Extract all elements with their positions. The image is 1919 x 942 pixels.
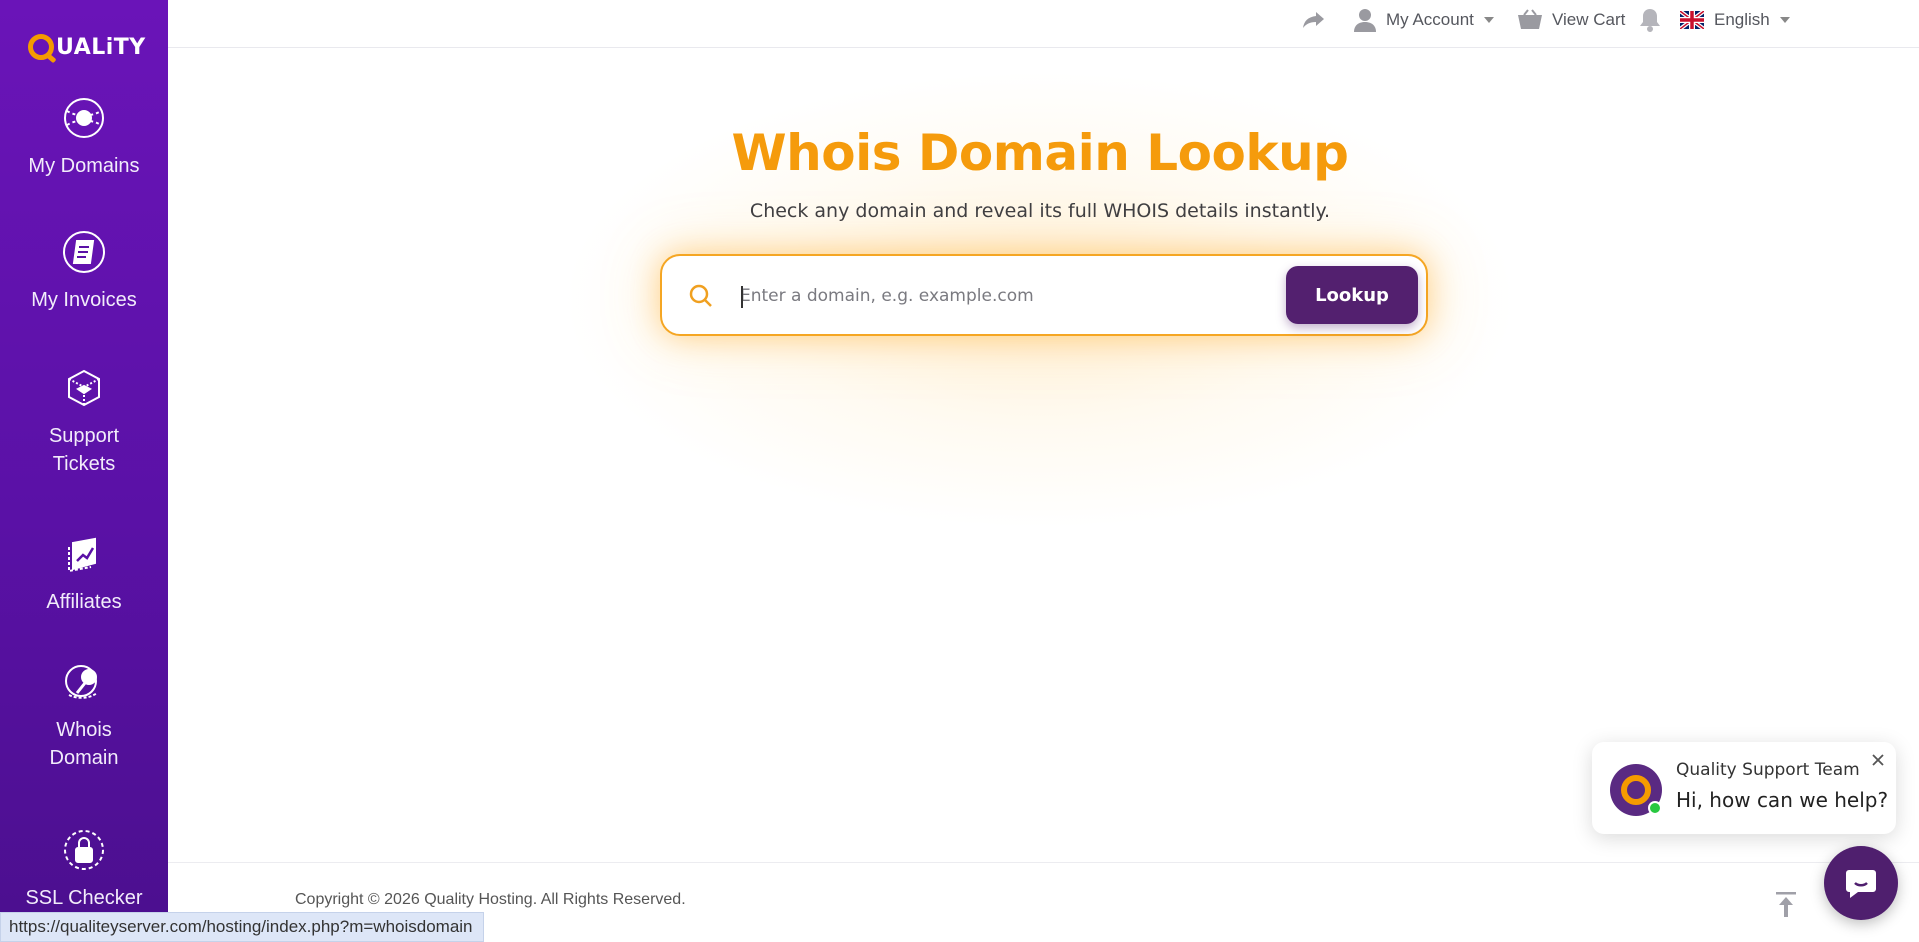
copyright-text: Copyright © 2026 Quality Hosting. All Ri…	[295, 891, 686, 908]
sidebar-item-ssl-checker[interactable]: SSL Checker	[0, 826, 168, 912]
quality-q-logo-icon	[1621, 775, 1651, 805]
chevron-down-icon	[1483, 17, 1494, 23]
sidebar-item-label: SSL Checker	[25, 887, 143, 909]
page-title: Whois Domain Lookup	[731, 124, 1349, 182]
view-cart-label: View Cart	[1552, 10, 1626, 29]
my-account-label: My Account	[1386, 10, 1474, 29]
page-subtitle: Check any domain and reveal its full WHO…	[749, 200, 1331, 222]
sidebar-item-label: Affiliates	[46, 591, 122, 613]
ssl-lock-icon	[60, 826, 108, 874]
notifications-button[interactable]	[1640, 0, 1660, 40]
sidebar-item-whois-domain[interactable]: Whois Domain	[0, 658, 168, 772]
search-icon	[689, 284, 712, 307]
browser-status-url: https://qualiteyserver.com/hosting/index…	[0, 912, 484, 942]
sidebar-item-label: Support Tickets	[48, 425, 120, 475]
domain-search-input[interactable]	[740, 274, 1260, 318]
my-account-menu[interactable]: My Account	[1354, 0, 1494, 40]
share-button[interactable]	[1302, 0, 1326, 40]
sidebar-item-my-invoices[interactable]: My Invoices	[0, 228, 168, 314]
invoice-icon	[60, 228, 108, 276]
sidebar-item-label: Whois Domain	[49, 719, 119, 769]
sidebar-item-label: My Domains	[28, 155, 140, 177]
sidebar-item-label: My Invoices	[31, 289, 137, 311]
online-status-dot	[1648, 801, 1662, 815]
cart-basket-icon	[1518, 9, 1542, 29]
brand-logo[interactable]: UALiTY	[28, 30, 146, 64]
chat-greeting-message: Hi, how can we help?	[1676, 788, 1889, 812]
open-chat-button[interactable]	[1824, 846, 1898, 920]
sidebar-item-my-domains[interactable]: My Domains	[0, 94, 168, 180]
sidebar-item-support-tickets[interactable]: Support Tickets	[0, 364, 168, 478]
globe-icon	[60, 94, 108, 142]
logo-q-mark	[28, 34, 54, 60]
chevron-down-icon	[1779, 17, 1790, 23]
user-icon	[1354, 9, 1376, 32]
close-icon[interactable]	[1870, 752, 1886, 768]
top-bar: My Account View Cart English	[168, 0, 1919, 48]
uk-flag-icon	[1680, 11, 1704, 29]
view-cart-link[interactable]: View Cart	[1517, 0, 1625, 40]
scroll-to-top-icon[interactable]	[1774, 891, 1798, 919]
bell-icon	[1640, 9, 1660, 32]
share-arrow-icon	[1303, 12, 1324, 28]
domain-search-box: Lookup	[660, 254, 1428, 336]
chat-team-name: Quality Support Team	[1676, 760, 1860, 780]
chat-greeting-card[interactable]: Quality Support Team Hi, how can we help…	[1592, 742, 1896, 834]
support-box-icon	[60, 364, 108, 412]
logo-text: UALiTY	[56, 34, 146, 60]
page-root: UALiTY My Domains My Invoices Support Ti…	[0, 0, 1919, 942]
language-selector[interactable]: English	[1680, 0, 1790, 40]
whois-search-icon	[60, 658, 108, 706]
sidebar-item-affiliates[interactable]: Affiliates	[0, 530, 168, 616]
text-cursor	[741, 286, 743, 308]
affiliates-chart-icon	[60, 530, 108, 578]
chat-bubble-icon	[1846, 870, 1876, 898]
sidebar: UALiTY My Domains My Invoices Support Ti…	[0, 0, 168, 942]
language-label: English	[1714, 10, 1770, 29]
lookup-button[interactable]: Lookup	[1286, 266, 1418, 324]
